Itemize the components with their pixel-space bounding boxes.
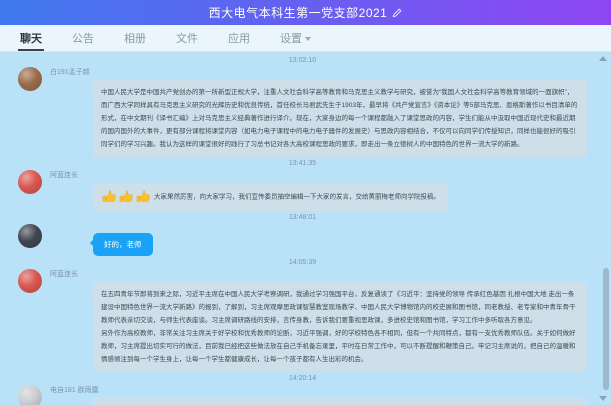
tab-files-label: 文件: [176, 30, 198, 46]
message-timestamp: 14:20:14: [18, 375, 587, 382]
avatar[interactable]: [18, 67, 42, 91]
scroll-down-arrow-icon[interactable]: [599, 396, 607, 401]
sender-name: 电自181 欧雨露: [50, 386, 587, 395]
avatar[interactable]: [18, 385, 42, 405]
message-timestamp: 13:02:10: [18, 57, 587, 64]
message-timestamp: 13:41:35: [18, 160, 587, 167]
message-text: 好的，老师: [104, 240, 142, 249]
message-row: 白191孟子越 中国人民大学是中国共产党创办的第一所新型正规大学，注重人文社会科…: [18, 66, 587, 157]
chevron-down-icon: [305, 37, 311, 41]
group-chat-window: 西大电气本科生第一党支部2021 聊天 公告 相册 文件 应用 设置 13:02…: [0, 0, 611, 405]
tab-apps[interactable]: 应用: [228, 25, 250, 51]
message-bubble: 青少年是祖国的未来、民族的希望，要成为社会主义建设者和接班人，必须树立正确的世界…: [93, 398, 587, 405]
avatar[interactable]: [18, 170, 42, 194]
message-bubble: 中国人民大学是中国共产党创办的第一所新型正规大学，注重人文社会科学高等教育和马克…: [93, 80, 587, 157]
message-row: 阿蓝连长 在五四青年节即将到来之际，习近平主席在中国人民大学考察调研，我通过学习…: [18, 268, 587, 372]
chat-message-area[interactable]: 13:02:10 白191孟子越 中国人民大学是中国共产党创办的第一所新型正规大…: [0, 52, 611, 405]
message-timestamp: 13:48:01: [18, 214, 587, 221]
thumbs-up-emoji: [101, 189, 117, 205]
tab-announcements-label: 公告: [72, 30, 94, 46]
sender-name: 阿蓝连长: [50, 171, 587, 180]
message-bubble: 好的，老师: [93, 233, 153, 256]
tab-bar: 聊天 公告 相册 文件 应用 设置: [0, 25, 611, 52]
tab-files[interactable]: 文件: [176, 25, 198, 51]
message-text: 大家果然厉害，向大家学习，我们宣传委员抽空编辑一下大家的发言，交给黄丽梅老师向学…: [154, 194, 440, 201]
tab-chat-label: 聊天: [20, 30, 42, 46]
tab-apps-label: 应用: [228, 30, 250, 46]
sender-name: 阿蓝连长: [50, 270, 587, 279]
tab-settings-label: 设置: [280, 30, 302, 46]
avatar[interactable]: [18, 269, 42, 293]
scroll-up-arrow-icon[interactable]: [599, 56, 607, 61]
sender-name: 白191孟子越: [50, 68, 587, 77]
tab-settings[interactable]: 设置: [280, 25, 311, 51]
message-row: 阿蓝连长 大家果然厉害，向大家学习，我们宣传委员抽空编辑一下大家的发言，交给黄丽…: [18, 169, 587, 211]
avatar[interactable]: [18, 224, 42, 248]
tab-album-label: 相册: [124, 30, 146, 46]
tab-album[interactable]: 相册: [124, 25, 146, 51]
edit-title-icon[interactable]: [392, 8, 402, 18]
message-row: 好的，老师: [18, 223, 587, 256]
message-text: 中国人民大学是中国共产党创办的第一所新型正规大学，注重人文社会科学高等教育和马克…: [101, 89, 577, 148]
message-text: 在五四青年节即将到来之际，习近平主席在中国人民大学考察调研，我通过学习强国平台，…: [101, 291, 576, 363]
message-bubble: 在五四青年节即将到来之际，习近平主席在中国人民大学考察调研，我通过学习强国平台，…: [93, 282, 587, 372]
message-row: 电自181 欧雨露 青少年是祖国的未来、民族的希望，要成为社会主义建设者和接班人…: [18, 384, 587, 405]
tab-announcements[interactable]: 公告: [72, 25, 94, 51]
thumbs-up-emoji: [135, 189, 151, 205]
group-title: 西大电气本科生第一党支部2021: [209, 4, 388, 21]
titlebar: 西大电气本科生第一党支部2021: [0, 0, 611, 25]
message-bubble: 大家果然厉害，向大家学习，我们宣传委员抽空编辑一下大家的发言，交给黄丽梅老师向学…: [93, 183, 448, 211]
tab-chat[interactable]: 聊天: [20, 25, 42, 51]
scrollbar-thumb[interactable]: [603, 268, 609, 390]
thumbs-up-emoji: [118, 189, 134, 205]
message-timestamp: 14:05:39: [18, 259, 587, 266]
sender-name: [50, 224, 587, 233]
